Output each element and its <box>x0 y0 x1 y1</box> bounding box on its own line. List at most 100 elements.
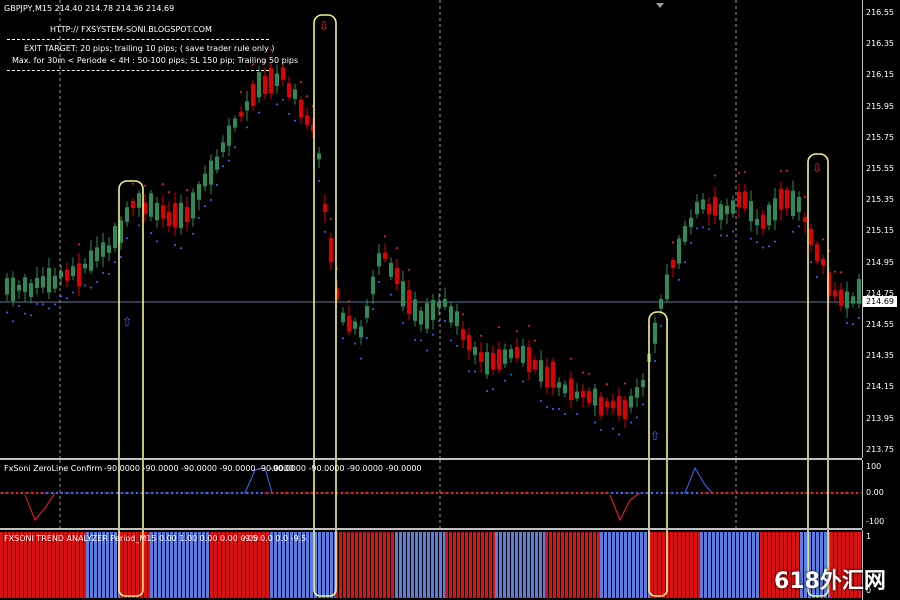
zeroline-dot <box>660 491 664 495</box>
trend-bar <box>756 532 759 598</box>
zeroline-dot <box>510 491 514 495</box>
trend-bar <box>620 532 623 598</box>
zeroline-dot <box>180 491 184 495</box>
sar-dot <box>348 300 350 303</box>
candle-body <box>65 269 69 281</box>
zeroline-dot <box>855 491 859 495</box>
trend-bar <box>654 532 657 598</box>
trend-bar <box>322 532 325 598</box>
sar-dot <box>210 199 212 202</box>
trend-bar <box>616 532 619 598</box>
trend-analyzer-pane[interactable]: FXSONI TREND ANALYZER Period_M15 0.00 1.… <box>0 530 862 600</box>
trend-bar <box>527 532 530 598</box>
trend-bar <box>306 532 309 598</box>
sar-dot <box>726 234 728 237</box>
sar-dot <box>84 284 86 287</box>
sar-dot <box>438 320 440 323</box>
sar-dot <box>786 169 788 172</box>
zeroline-dot <box>470 491 474 495</box>
trend-bar <box>569 532 572 598</box>
zeroline-dot <box>735 491 739 495</box>
signal-highlight-box <box>807 153 829 458</box>
zeroline-dot <box>795 491 799 495</box>
zeroline-dot <box>145 491 149 495</box>
candle-body <box>125 207 129 222</box>
zeroline-dot <box>645 491 649 495</box>
zeroline-dot <box>615 491 619 495</box>
candle-body <box>599 396 603 416</box>
candle-body <box>29 283 33 297</box>
candle-body <box>707 204 711 215</box>
zeroline-dot <box>800 491 804 495</box>
axis-label: 1 <box>866 532 872 541</box>
candle-body <box>749 201 753 222</box>
candle-body <box>659 299 663 309</box>
sar-dot <box>576 413 578 416</box>
zeroline-dot <box>345 491 349 495</box>
sar-dot <box>174 243 176 246</box>
zeroline-dot <box>290 491 294 495</box>
sar-dot <box>606 383 608 386</box>
trend-bar <box>716 532 719 598</box>
sell-arrow-icon: ⇩ <box>812 161 822 175</box>
price-tick-label: 214.95 <box>866 257 894 267</box>
zeroline-dot <box>370 491 374 495</box>
trend-bar <box>608 532 611 598</box>
candle-body <box>443 298 447 307</box>
candle-body <box>683 225 687 242</box>
zeroline-dot <box>265 491 269 495</box>
zeroline-dot <box>405 491 409 495</box>
main-price-pane[interactable]: ⇧ ⇧ ⇩ ⇩ GBPJPY,M15 214.40 214.78 214.36 214… <box>0 0 862 458</box>
sar-dot <box>126 237 128 240</box>
trend-bar <box>658 532 661 598</box>
price-tick-label: 215.95 <box>866 101 894 111</box>
candle-body <box>653 322 657 344</box>
zeroline-dot <box>235 491 239 495</box>
trend-bar <box>391 532 394 598</box>
sar-dot <box>450 339 452 342</box>
candle-body <box>371 276 375 295</box>
price-tick-label: 215.15 <box>866 226 894 236</box>
zeroline-dot <box>760 491 764 495</box>
sar-dot <box>546 406 548 409</box>
candle-body <box>23 277 27 292</box>
zeroline-dot <box>685 491 689 495</box>
zeroline-dot <box>25 491 29 495</box>
sar-dot <box>258 111 260 114</box>
trend-bar <box>415 532 418 598</box>
trend-bar <box>399 532 402 598</box>
price-tick-label: 215.75 <box>866 132 894 142</box>
sar-dot <box>654 360 656 363</box>
zeroline-dot <box>485 491 489 495</box>
trend-bar <box>712 532 715 598</box>
sar-dot <box>846 321 848 324</box>
trend-bar <box>724 532 727 598</box>
zeroline-dot <box>375 491 379 495</box>
zeroline-dot <box>20 491 24 495</box>
candle-body <box>179 202 183 229</box>
candle-body <box>131 201 135 209</box>
zeroline-dot <box>15 491 19 495</box>
trend-bar <box>561 532 564 598</box>
candle-body <box>191 192 195 219</box>
candle-body <box>743 191 747 209</box>
zeroline-pane[interactable]: FxSoni ZeroLine Confirm -90.0000 -90.000… <box>0 460 862 528</box>
candle-body <box>665 274 669 300</box>
candle-body <box>377 253 381 267</box>
candle-body <box>17 285 21 291</box>
zeroline-dot <box>10 491 14 495</box>
price-axis[interactable]: 216.55 216.35 216.15 215.95 215.75 215.55 215.… <box>862 0 900 458</box>
zeroline-dot <box>160 491 164 495</box>
zeroline-dot <box>360 491 364 495</box>
mt4-chart-window[interactable]: ⇧ ⇧ ⇩ ⇩ GBPJPY,M15 214.40 214.78 214.36 214… <box>0 0 900 600</box>
sar-dot <box>798 225 800 228</box>
watermark-logo: 618外汇网 <box>774 569 886 594</box>
sar-dot <box>690 241 692 244</box>
sar-dot <box>774 240 776 243</box>
zeroline-dot <box>330 491 334 495</box>
zeroline-dot <box>655 491 659 495</box>
zeroline-dot <box>680 491 684 495</box>
trend-bar <box>343 532 346 598</box>
candle-body <box>11 277 15 302</box>
zeroline-dot <box>850 491 854 495</box>
